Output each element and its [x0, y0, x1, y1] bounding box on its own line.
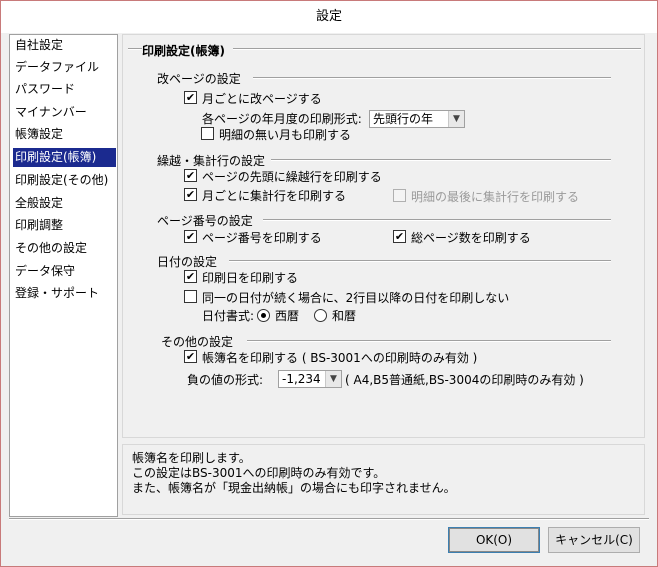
- monthly-break-label: 月ごとに改ページする: [202, 92, 322, 106]
- other-divider: [247, 340, 611, 342]
- carryover-divider: [271, 159, 611, 161]
- negative-format-value: -1,234: [282, 372, 321, 386]
- negative-format-label: 負の値の形式:: [187, 373, 264, 387]
- print-page-number-checkbox[interactable]: ✔: [184, 230, 197, 243]
- panel-title: 印刷設定(帳簿): [142, 42, 233, 59]
- sidebar-item-data-file[interactable]: データファイル: [13, 58, 116, 77]
- window-title: 設定: [1, 1, 657, 33]
- settings-dialog: 設定 自社設定 データファイル パスワード マイナンバー 帳簿設定 印刷設定(帳…: [0, 0, 658, 567]
- year-format-value: 先頭行の年: [373, 112, 434, 126]
- print-book-name-checkbox[interactable]: ✔: [184, 350, 197, 363]
- year-format-label: 各ページの年月度の印刷形式:: [202, 112, 362, 126]
- cancel-button[interactable]: キャンセル(C): [548, 527, 640, 553]
- date-heading: 日付の設定: [157, 255, 218, 269]
- same-date-checkbox[interactable]: [184, 290, 197, 303]
- date-format-western-radio[interactable]: [257, 309, 270, 322]
- same-date-label: 同一の日付が続く場合に、2行目以降の日付を印刷しない: [202, 291, 510, 305]
- check-icon: ✔: [394, 230, 405, 243]
- date-divider: [229, 260, 611, 262]
- sidebar-item-other-settings[interactable]: その他の設定: [13, 239, 116, 258]
- sidebar-item-registration-support[interactable]: 登録・サポート: [13, 284, 116, 303]
- year-format-select[interactable]: 先頭行の年 ▼: [369, 110, 465, 128]
- sidebar-item-print-book[interactable]: 印刷設定(帳簿): [13, 148, 116, 167]
- check-icon: ✔: [185, 270, 196, 283]
- footer-divider: [9, 518, 649, 520]
- sidebar-item-general[interactable]: 全般設定: [13, 194, 116, 213]
- sidebar-item-print-other[interactable]: 印刷設定(その他): [13, 171, 116, 190]
- last-detail-total-label: 明細の最後に集計行を印刷する: [411, 190, 580, 204]
- negative-format-select[interactable]: -1,234 ▼: [278, 370, 342, 388]
- last-detail-total-checkbox[interactable]: [393, 189, 406, 202]
- print-empty-months-label: 明細の無い月も印刷する: [219, 128, 352, 142]
- page-break-heading: 改ページの設定: [157, 72, 241, 86]
- sidebar-item-book-settings[interactable]: 帳簿設定: [13, 125, 116, 144]
- negative-format-note: ( A4,B5普通紙,BS-3004の印刷時のみ有効 ): [345, 373, 584, 387]
- print-book-name-label: 帳簿名を印刷する ( BS-3001への印刷時のみ有効 ): [202, 351, 478, 365]
- chevron-down-icon[interactable]: ▼: [325, 371, 341, 387]
- description-line-3: また、帳簿名が「現金出納帳」の場合にも印字されません。: [132, 481, 456, 495]
- print-date-label: 印刷日を印刷する: [202, 271, 299, 285]
- sidebar-item-print-adjust[interactable]: 印刷調整: [13, 216, 116, 235]
- check-icon: ✔: [185, 91, 196, 104]
- sidebar-item-data-maintenance[interactable]: データ保守: [13, 262, 116, 281]
- carry-top-label: ページの先頭に繰越行を印刷する: [202, 170, 382, 184]
- sidebar-item-company-settings[interactable]: 自社設定: [13, 36, 116, 55]
- print-settings-panel: 印刷設定(帳簿) 改ページの設定 ✔ 月ごとに改ページする 各ページの年月度の印…: [122, 34, 645, 438]
- page-number-divider: [263, 219, 611, 221]
- check-icon: ✔: [185, 188, 196, 201]
- date-format-japanese-radio[interactable]: [314, 309, 327, 322]
- print-date-checkbox[interactable]: ✔: [184, 270, 197, 283]
- other-heading: その他の設定: [161, 335, 234, 349]
- carry-top-checkbox[interactable]: ✔: [184, 169, 197, 182]
- chevron-down-icon[interactable]: ▼: [448, 111, 464, 127]
- date-format-label: 日付書式:: [202, 309, 255, 323]
- print-empty-months-checkbox[interactable]: [201, 127, 214, 140]
- print-page-number-label: ページ番号を印刷する: [202, 231, 322, 245]
- description-box: 帳簿名を印刷します。 この設定はBS-3001への印刷時のみ有効です。 また、帳…: [122, 444, 645, 515]
- date-format-western-label: 西暦: [275, 309, 300, 323]
- check-icon: ✔: [185, 230, 196, 243]
- carryover-heading: 繰越・集計行の設定: [157, 154, 266, 168]
- page-number-heading: ページ番号の設定: [157, 214, 253, 228]
- check-icon: ✔: [185, 169, 196, 182]
- print-total-pages-checkbox[interactable]: ✔: [393, 230, 406, 243]
- monthly-total-label: 月ごとに集計行を印刷する: [202, 189, 347, 203]
- print-total-pages-label: 総ページ数を印刷する: [411, 231, 531, 245]
- monthly-break-checkbox[interactable]: ✔: [184, 91, 197, 104]
- sidebar-item-my-number[interactable]: マイナンバー: [13, 103, 116, 122]
- ok-button[interactable]: OK(O): [448, 527, 540, 553]
- date-format-japanese-label: 和暦: [332, 309, 357, 323]
- page-break-divider: [253, 77, 611, 79]
- settings-category-list[interactable]: 自社設定 データファイル パスワード マイナンバー 帳簿設定 印刷設定(帳簿) …: [9, 34, 118, 517]
- check-icon: ✔: [185, 350, 196, 363]
- monthly-total-checkbox[interactable]: ✔: [184, 188, 197, 201]
- sidebar-item-password[interactable]: パスワード: [13, 80, 116, 99]
